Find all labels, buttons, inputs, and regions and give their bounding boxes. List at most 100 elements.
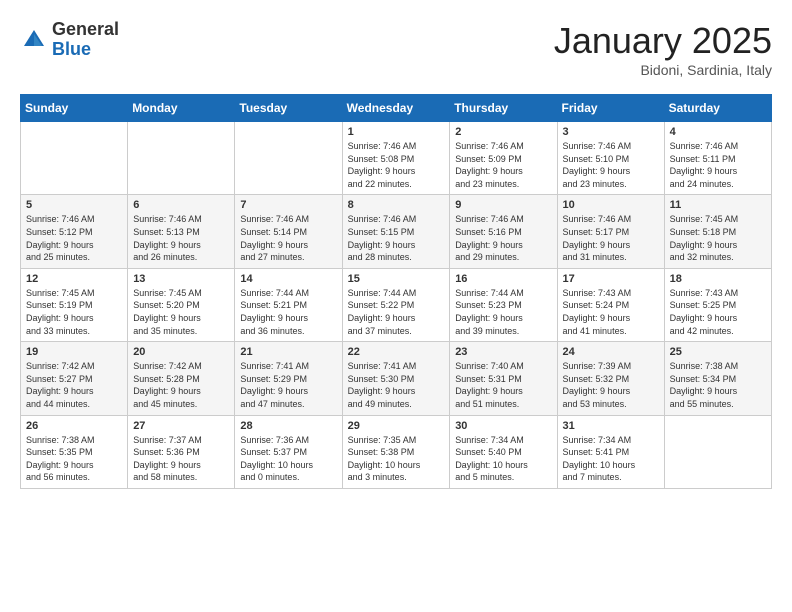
day-number: 10 [563,199,659,211]
day-number: 16 [455,273,551,285]
day-info: Sunrise: 7:46 AM Sunset: 5:14 PM Dayligh… [240,213,336,263]
day-number: 8 [348,199,445,211]
weekday-header-friday: Friday [557,95,664,122]
day-info: Sunrise: 7:46 AM Sunset: 5:16 PM Dayligh… [455,213,551,263]
calendar-empty-cell [21,122,128,195]
calendar-day-2: 2 Sunrise: 7:46 AM Sunset: 5:09 PM Daylig… [450,122,557,195]
day-number: 29 [348,420,445,432]
day-info: Sunrise: 7:38 AM Sunset: 5:34 PM Dayligh… [670,360,766,410]
calendar-day-29: 29 Sunrise: 7:35 AM Sunset: 5:38 PM Dayli… [342,415,450,488]
calendar-day-5: 5 Sunrise: 7:46 AM Sunset: 5:12 PM Daylig… [21,195,128,268]
day-info: Sunrise: 7:45 AM Sunset: 5:18 PM Dayligh… [670,213,766,263]
day-number: 5 [26,199,122,211]
day-number: 24 [563,346,659,358]
calendar-empty-cell [128,122,235,195]
day-info: Sunrise: 7:46 AM Sunset: 5:15 PM Dayligh… [348,213,445,263]
day-info: Sunrise: 7:34 AM Sunset: 5:41 PM Dayligh… [563,434,659,484]
day-info: Sunrise: 7:44 AM Sunset: 5:23 PM Dayligh… [455,287,551,337]
day-number: 23 [455,346,551,358]
calendar-day-11: 11Sunrise: 7:45 AM Sunset: 5:18 PM Dayli… [664,195,771,268]
day-number: 6 [133,199,229,211]
day-number: 9 [455,199,551,211]
day-info: Sunrise: 7:37 AM Sunset: 5:36 PM Dayligh… [133,434,229,484]
day-number: 17 [563,273,659,285]
day-number: 25 [670,346,766,358]
calendar-week-row: 26Sunrise: 7:38 AM Sunset: 5:35 PM Dayli… [21,415,772,488]
day-number: 20 [133,346,229,358]
day-number: 27 [133,420,229,432]
day-number: 7 [240,199,336,211]
day-number: 12 [26,273,122,285]
day-info: Sunrise: 7:40 AM Sunset: 5:31 PM Dayligh… [455,360,551,410]
day-number: 4 [670,126,766,138]
day-number: 28 [240,420,336,432]
calendar-day-18: 18Sunrise: 7:43 AM Sunset: 5:25 PM Dayli… [664,268,771,341]
day-info: Sunrise: 7:41 AM Sunset: 5:30 PM Dayligh… [348,360,445,410]
calendar-day-12: 12Sunrise: 7:45 AM Sunset: 5:19 PM Dayli… [21,268,128,341]
day-info: Sunrise: 7:46 AM Sunset: 5:13 PM Dayligh… [133,213,229,263]
day-info: Sunrise: 7:44 AM Sunset: 5:22 PM Dayligh… [348,287,445,337]
day-number: 14 [240,273,336,285]
calendar-day-1: 1 Sunrise: 7:46 AM Sunset: 5:08 PM Daylig… [342,122,450,195]
weekday-header-tuesday: Tuesday [235,95,342,122]
calendar-day-3: 3 Sunrise: 7:46 AM Sunset: 5:10 PM Daylig… [557,122,664,195]
calendar-table: SundayMondayTuesdayWednesdayThursdayFrid… [20,94,772,489]
day-info: Sunrise: 7:39 AM Sunset: 5:32 PM Dayligh… [563,360,659,410]
calendar-week-row: 1 Sunrise: 7:46 AM Sunset: 5:08 PM Daylig… [21,122,772,195]
calendar-day-23: 23 Sunrise: 7:40 AM Sunset: 5:31 PM Dayli… [450,342,557,415]
calendar-day-8: 8 Sunrise: 7:46 AM Sunset: 5:15 PM Daylig… [342,195,450,268]
day-info: Sunrise: 7:46 AM Sunset: 5:08 PM Dayligh… [348,140,445,190]
day-info: Sunrise: 7:45 AM Sunset: 5:20 PM Dayligh… [133,287,229,337]
calendar-day-26: 26Sunrise: 7:38 AM Sunset: 5:35 PM Dayli… [21,415,128,488]
day-number: 3 [563,126,659,138]
calendar-day-17: 17 Sunrise: 7:43 AM Sunset: 5:24 PM Dayli… [557,268,664,341]
logo-blue-text: Blue [52,39,91,59]
page-header: General Blue January 2025 Bidoni, Sardin… [20,20,772,78]
weekday-header-saturday: Saturday [664,95,771,122]
day-number: 19 [26,346,122,358]
day-info: Sunrise: 7:41 AM Sunset: 5:29 PM Dayligh… [240,360,336,410]
calendar-day-22: 22 Sunrise: 7:41 AM Sunset: 5:30 PM Dayli… [342,342,450,415]
day-number: 26 [26,420,122,432]
day-info: Sunrise: 7:42 AM Sunset: 5:27 PM Dayligh… [26,360,122,410]
day-info: Sunrise: 7:46 AM Sunset: 5:10 PM Dayligh… [563,140,659,190]
month-title: January 2025 [554,20,772,62]
calendar-day-4: 4 Sunrise: 7:46 AM Sunset: 5:11 PM Daylig… [664,122,771,195]
day-info: Sunrise: 7:36 AM Sunset: 5:37 PM Dayligh… [240,434,336,484]
weekday-header-row: SundayMondayTuesdayWednesdayThursdayFrid… [21,95,772,122]
calendar-day-21: 21Sunrise: 7:41 AM Sunset: 5:29 PM Dayli… [235,342,342,415]
day-number: 1 [348,126,445,138]
weekday-header-sunday: Sunday [21,95,128,122]
day-info: Sunrise: 7:43 AM Sunset: 5:25 PM Dayligh… [670,287,766,337]
calendar-day-24: 24 Sunrise: 7:39 AM Sunset: 5:32 PM Dayli… [557,342,664,415]
calendar-day-30: 30 Sunrise: 7:34 AM Sunset: 5:40 PM Dayli… [450,415,557,488]
day-number: 22 [348,346,445,358]
day-number: 2 [455,126,551,138]
calendar-week-row: 12Sunrise: 7:45 AM Sunset: 5:19 PM Dayli… [21,268,772,341]
calendar-week-row: 5 Sunrise: 7:46 AM Sunset: 5:12 PM Daylig… [21,195,772,268]
calendar-day-31: 31 Sunrise: 7:34 AM Sunset: 5:41 PM Dayli… [557,415,664,488]
day-info: Sunrise: 7:34 AM Sunset: 5:40 PM Dayligh… [455,434,551,484]
logo-icon [20,26,48,54]
calendar-day-20: 20Sunrise: 7:42 AM Sunset: 5:28 PM Dayli… [128,342,235,415]
calendar-empty-cell [235,122,342,195]
calendar-day-10: 10Sunrise: 7:46 AM Sunset: 5:17 PM Dayli… [557,195,664,268]
weekday-header-thursday: Thursday [450,95,557,122]
calendar-day-27: 27 Sunrise: 7:37 AM Sunset: 5:36 PM Dayli… [128,415,235,488]
day-number: 30 [455,420,551,432]
day-info: Sunrise: 7:46 AM Sunset: 5:09 PM Dayligh… [455,140,551,190]
logo: General Blue [20,20,119,60]
weekday-header-wednesday: Wednesday [342,95,450,122]
day-number: 13 [133,273,229,285]
day-info: Sunrise: 7:35 AM Sunset: 5:38 PM Dayligh… [348,434,445,484]
day-number: 15 [348,273,445,285]
day-info: Sunrise: 7:46 AM Sunset: 5:12 PM Dayligh… [26,213,122,263]
calendar-day-13: 13 Sunrise: 7:45 AM Sunset: 5:20 PM Dayli… [128,268,235,341]
calendar-day-28: 28 Sunrise: 7:36 AM Sunset: 5:37 PM Dayli… [235,415,342,488]
calendar-day-14: 14Sunrise: 7:44 AM Sunset: 5:21 PM Dayli… [235,268,342,341]
day-number: 31 [563,420,659,432]
location-subtitle: Bidoni, Sardinia, Italy [554,62,772,78]
day-info: Sunrise: 7:46 AM Sunset: 5:11 PM Dayligh… [670,140,766,190]
calendar-day-7: 7 Sunrise: 7:46 AM Sunset: 5:14 PM Daylig… [235,195,342,268]
day-info: Sunrise: 7:43 AM Sunset: 5:24 PM Dayligh… [563,287,659,337]
